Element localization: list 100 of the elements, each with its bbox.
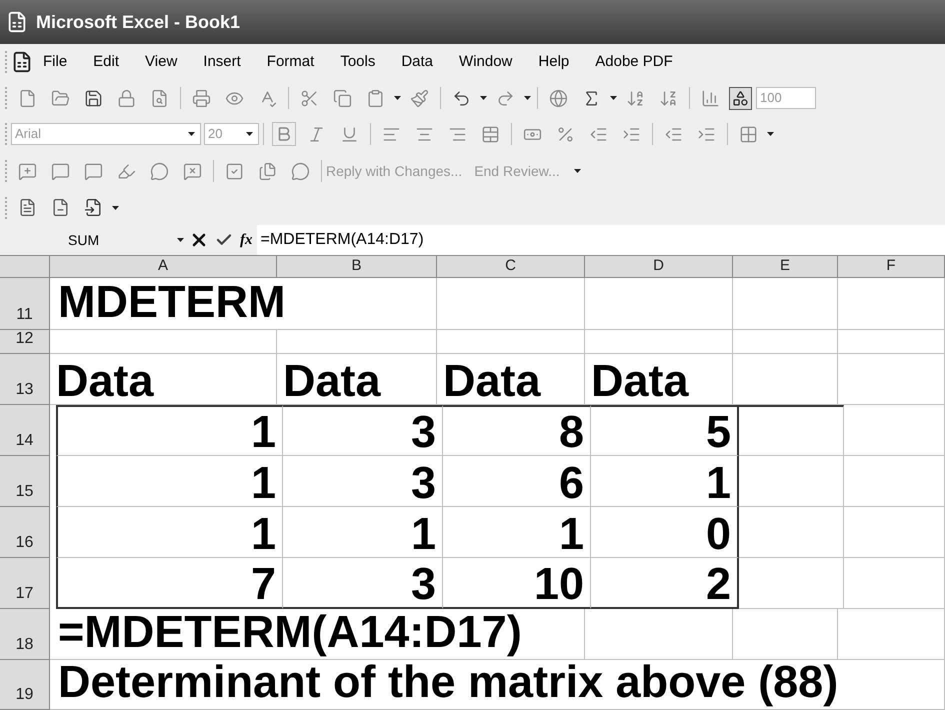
row-header[interactable]: 11 — [0, 278, 50, 330]
menu-item[interactable]: Window — [459, 50, 512, 74]
dropdown-arrow-icon[interactable] — [767, 132, 774, 136]
dropdown-arrow-icon[interactable] — [246, 132, 253, 136]
clipboard-icon[interactable] — [366, 88, 385, 108]
sort-descending-icon[interactable] — [659, 88, 678, 108]
dropdown-arrow-icon[interactable] — [177, 238, 184, 242]
table-cell[interactable]: Data — [50, 354, 277, 405]
cell-value: Data — [56, 358, 154, 403]
printer-icon[interactable] — [192, 88, 211, 108]
window-title: Microsoft Excel - Book1 — [36, 10, 240, 34]
dropdown-arrow-icon[interactable] — [574, 169, 581, 173]
row-header[interactable]: 13 — [0, 354, 50, 405]
drawing-toggle-button[interactable] — [729, 86, 752, 110]
function-icon[interactable]: fx — [240, 228, 252, 252]
menu-item[interactable]: File — [43, 50, 68, 74]
cell-value: Data — [443, 358, 541, 403]
select-all-button[interactable] — [0, 256, 50, 278]
underline-icon[interactable] — [340, 124, 359, 144]
cell-value: 1 — [250, 511, 276, 556]
cell-value: 1 — [410, 511, 436, 556]
formula-field[interactable]: =MDETERM(A14:D17) — [256, 225, 945, 255]
menu-item[interactable]: Help — [538, 50, 570, 74]
cell-value: 0 — [706, 511, 731, 556]
bold-button[interactable] — [272, 122, 296, 146]
cell-value: 10 — [534, 561, 584, 606]
lock-icon[interactable] — [117, 88, 136, 108]
brush-icon[interactable] — [410, 88, 429, 108]
cell-value: 7 — [250, 561, 276, 606]
cell-value: 1 — [250, 409, 276, 454]
dropdown-arrow-icon[interactable] — [524, 96, 531, 100]
cell-value: 1 — [706, 460, 731, 505]
undo-icon[interactable] — [452, 88, 471, 108]
comment-icon[interactable] — [150, 162, 169, 180]
table-cell[interactable]: Data — [437, 354, 585, 405]
borders-icon[interactable] — [739, 124, 758, 144]
comment-icon[interactable] — [84, 162, 103, 180]
dropdown-arrow-icon[interactable] — [188, 132, 195, 136]
name-box[interactable]: SUM — [0, 230, 175, 250]
column-header[interactable]: B — [277, 256, 437, 278]
new-document-icon[interactable] — [18, 88, 37, 108]
percent-icon[interactable] — [556, 124, 575, 144]
row-header[interactable]: 15 — [0, 456, 50, 507]
dropdown-arrow-icon[interactable] — [480, 96, 487, 100]
row-header[interactable]: 12 — [0, 330, 50, 354]
app-icon — [6, 11, 28, 33]
copy-icon[interactable] — [333, 88, 352, 108]
comment-icon[interactable] — [18, 162, 37, 180]
save-icon[interactable] — [84, 88, 103, 108]
speech-icon[interactable] — [291, 162, 310, 180]
menu-item[interactable]: Data — [401, 50, 434, 74]
highlighter-icon[interactable] — [117, 162, 136, 180]
globe-icon[interactable] — [549, 88, 568, 108]
document-search-icon[interactable] — [150, 88, 169, 108]
checkbox-icon[interactable] — [225, 162, 244, 180]
column-header[interactable]: E — [733, 256, 838, 278]
row-header[interactable]: 16 — [0, 507, 50, 558]
dropdown-arrow-icon[interactable] — [610, 96, 617, 100]
merge-cells-icon[interactable] — [481, 124, 500, 144]
menu-item[interactable]: Insert — [203, 50, 241, 74]
comment-icon[interactable] — [51, 162, 70, 180]
menu-item[interactable]: View — [145, 50, 178, 74]
table-cell[interactable] — [733, 354, 838, 405]
table-cell[interactable]: Determinant of the matrix above (88) — [50, 660, 945, 710]
table-cell[interactable]: Data — [585, 354, 733, 405]
cell-value: 1 — [250, 460, 276, 505]
menu-item[interactable]: Edit — [93, 50, 120, 74]
cell-value: 3 — [410, 460, 436, 505]
cell-value: 3 — [410, 561, 436, 606]
row-header[interactable]: 17 — [0, 558, 50, 609]
delete-comment-icon[interactable] — [183, 162, 202, 180]
row-header[interactable]: 19 — [0, 660, 50, 710]
cell-value: 8 — [558, 409, 584, 454]
cell-value: 6 — [558, 460, 584, 505]
column-header[interactable]: A — [50, 256, 277, 278]
scissors-icon[interactable] — [300, 88, 319, 108]
cell-value: 3 — [410, 409, 436, 454]
chart-icon[interactable] — [701, 88, 720, 108]
row-header[interactable]: 18 — [0, 609, 50, 660]
cell-value: 5 — [706, 409, 731, 454]
redo-icon[interactable] — [496, 88, 515, 108]
sort-ascending-icon[interactable] — [626, 88, 645, 108]
files-icon[interactable] — [258, 162, 277, 180]
row-header[interactable]: 14 — [0, 405, 50, 456]
cell-value: 2 — [706, 561, 731, 606]
column-header[interactable]: C — [437, 256, 585, 278]
dropdown-arrow-icon[interactable] — [394, 96, 401, 100]
folder-icon[interactable] — [51, 88, 70, 108]
cell-value: 1 — [558, 511, 584, 556]
workbook-icon[interactable] — [11, 51, 33, 73]
menu-item[interactable]: Tools — [340, 50, 376, 74]
cell-text: =MDETERM(A14:D17) — [58, 606, 522, 656]
column-header[interactable]: F — [838, 256, 945, 278]
table-cell[interactable]: Data — [277, 354, 437, 405]
column-header[interactable]: D — [585, 256, 733, 278]
menu-item[interactable]: Format — [266, 50, 314, 74]
cell-value: Data — [591, 358, 689, 403]
cell-text: MDETERM — [58, 278, 286, 326]
menu-item[interactable]: Adobe PDF — [595, 50, 673, 74]
dropdown-arrow-icon[interactable] — [112, 206, 119, 210]
